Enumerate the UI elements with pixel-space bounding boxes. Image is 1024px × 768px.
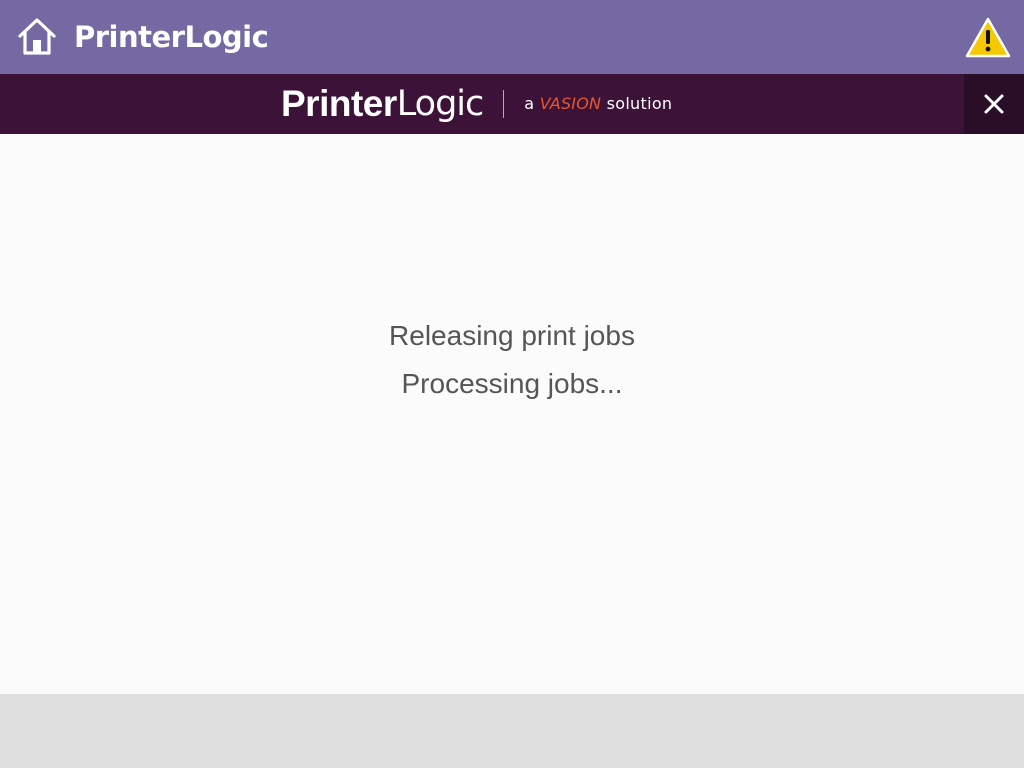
footer-bar bbox=[0, 694, 1024, 768]
close-button[interactable] bbox=[964, 74, 1024, 134]
tagline-brand: VASION bbox=[539, 94, 602, 113]
top-bar: PrinterLogic bbox=[0, 0, 1024, 74]
close-icon bbox=[984, 94, 1004, 114]
app-title: PrinterLogic bbox=[74, 20, 269, 54]
brand-tagline: a VASION solution bbox=[524, 74, 672, 134]
main-content: Releasing print jobs Processing jobs... bbox=[0, 134, 1024, 694]
home-icon bbox=[18, 18, 56, 55]
brand-name-bold: Printer bbox=[281, 83, 397, 124]
tagline-prefix: a bbox=[524, 94, 540, 113]
brand-divider bbox=[503, 90, 505, 118]
status-title: Releasing print jobs bbox=[389, 320, 635, 351]
brand-banner: Printer Logic a VASION solution bbox=[0, 74, 1024, 134]
brand-name-light: Logic bbox=[396, 84, 484, 124]
tagline-suffix: solution bbox=[601, 94, 673, 113]
warning-icon bbox=[965, 17, 1011, 58]
brand-logo: Printer Logic a VASION solution bbox=[281, 74, 672, 134]
warning-button[interactable] bbox=[964, 16, 1012, 60]
status-detail: Processing jobs... bbox=[401, 368, 623, 399]
home-button[interactable] bbox=[17, 17, 57, 57]
